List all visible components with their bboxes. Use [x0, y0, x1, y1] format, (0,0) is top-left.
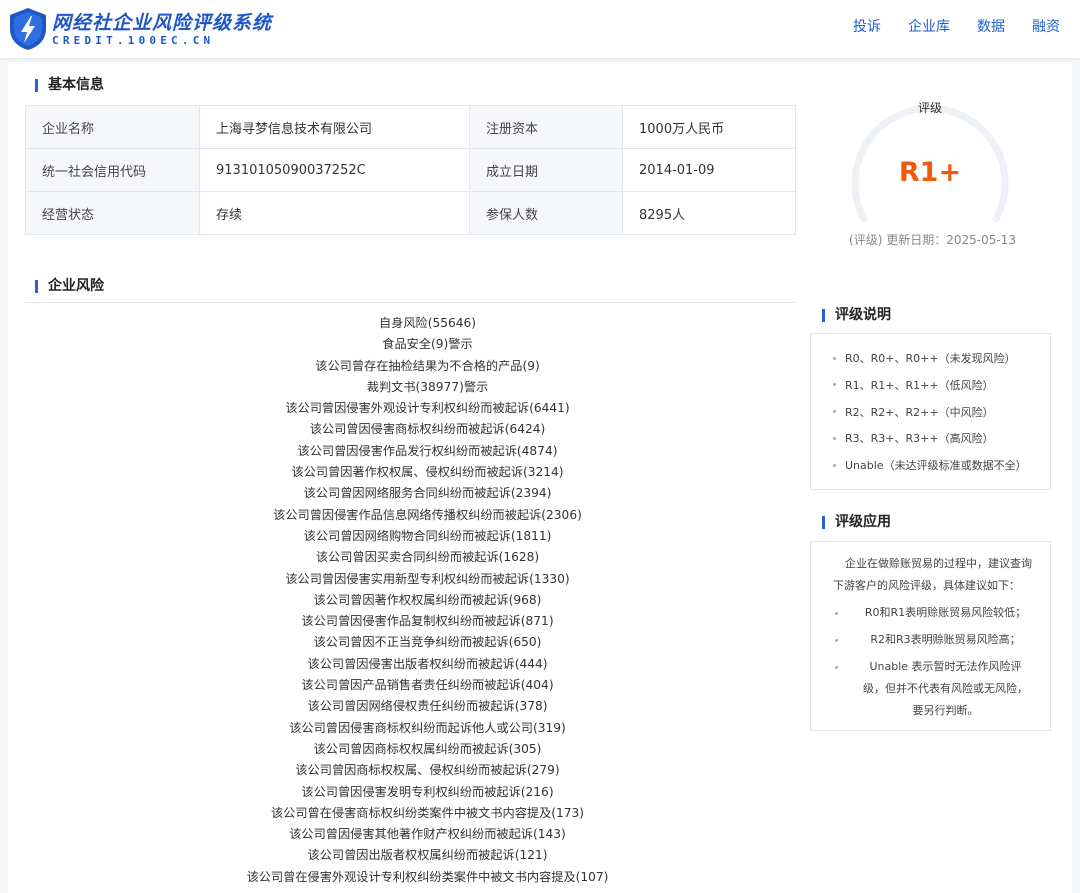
label-registered-capital: 注册资本 — [469, 105, 623, 149]
table-row: 统一社会信用代码 91310105090037252C 成立日期 2014-01… — [25, 148, 796, 192]
explanation-item-text: R0、R0+、R0++（未发现风险） — [845, 352, 1016, 365]
risk-title: 企业风险 — [35, 277, 104, 295]
rating-value: R1+ — [898, 157, 962, 188]
application-title-text: 评级应用 — [835, 514, 891, 530]
basic-info-title: 基本信息 — [35, 76, 104, 94]
application-intro: 企业在做赊账贸易的过程中，建议查询下游客户的风险评级，具体建议如下： — [833, 557, 1032, 592]
risk-item: 该公司曾因著作权权属、侵权纠纷而被起诉(3214) — [291, 465, 564, 480]
risk-item: 该公司曾因出版者权权属纠纷而被起诉(121) — [307, 848, 548, 863]
brand-subtitle: CREDIT.100EC.CN — [52, 34, 215, 47]
risk-item: 该公司曾因不正当竞争纠纷而被起诉(650) — [313, 635, 542, 650]
label-company-name: 企业名称 — [25, 105, 200, 149]
bullet-icon — [835, 612, 838, 615]
explanation-item: Unable（未达评级标准或数据不全） — [833, 453, 1050, 480]
application-item: R2和R3表明赊账贸易风险高； — [835, 629, 1032, 651]
table-row: 企业名称 上海寻梦信息技术有限公司 注册资本 1000万人民币 — [25, 105, 796, 149]
title-accent-bar — [35, 279, 38, 293]
risk-item: 该公司曾因买卖合同纠纷而被起诉(1628) — [315, 550, 540, 565]
basic-info-title-text: 基本信息 — [48, 77, 104, 93]
risk-item: 自身风险(55646) — [378, 316, 477, 330]
risk-item: 该公司曾因网络服务合同纠纷而被起诉(2394) — [303, 486, 552, 501]
nav-financing[interactable]: 融资 — [1032, 17, 1060, 37]
value-business-status: 存续 — [199, 191, 470, 235]
value-established-date: 2014-01-09 — [622, 148, 796, 192]
label-credit-code: 统一社会信用代码 — [25, 148, 200, 192]
brand[interactable]: 网经社企业风险评级系统 CREDIT.100EC.CN — [52, 12, 272, 47]
risk-list: 自身风险(55646) 食品安全(9)警示该公司曾存在抽检结果为不合格的产品(9)… — [25, 313, 830, 888]
label-business-status: 经营状态 — [25, 191, 200, 235]
nav-complaints[interactable]: 投诉 — [853, 17, 881, 37]
rating-label: 评级 — [917, 101, 942, 115]
bullet-icon — [833, 436, 836, 440]
risk-item: 该公司曾因侵害商标权纠纷而起诉他人或公司(319) — [289, 720, 566, 735]
explanation-item: R0、R0+、R0++（未发现风险） — [833, 346, 1050, 373]
value-registered-capital: 1000万人民币 — [622, 105, 796, 149]
risk-item: 该公司曾因商标权权属纠纷而被起诉(305) — [313, 741, 542, 756]
bullet-icon — [833, 356, 836, 360]
table-row: 经营状态 存续 参保人数 8295人 — [25, 191, 796, 235]
explanation-box: R0、R0+、R0++（未发现风险） R1、R1+、R1++（低风险） R2、R2+… — [810, 333, 1051, 490]
explanation-item-text: R3、R3+、R3++（高风险） — [845, 432, 994, 446]
risk-item: 该公司曾因侵害其他著作财产权纠纷而被起诉(143) — [289, 827, 566, 842]
explanation-item: R2、R2+、R2++（中风险） — [833, 400, 1050, 427]
top-nav: 投诉 企业库 数据 融资 — [853, 17, 1060, 37]
label-established-date: 成立日期 — [469, 148, 623, 192]
risk-item: 该公司曾在侵害商标权纠纷类案件中被文书内容提及(173) — [270, 805, 585, 820]
bullet-icon — [833, 410, 836, 414]
risk-item: 该公司曾因侵害外观设计专利权纠纷而被起诉(6441) — [285, 401, 570, 416]
application-item-text: R0和R1表明赊账贸易风险较低； — [864, 606, 1027, 619]
risk-item: 该公司曾因产品销售者责任纠纷而被起诉(404) — [301, 678, 554, 693]
explanation-item-text: Unable（未达评级标准或数据不全） — [845, 459, 1027, 473]
explanation-item: R1、R1+、R1++（低风险） — [833, 373, 1050, 400]
risk-item: 该公司曾在侵害外观设计专利权纠纷类案件中被文书内容提及(107) — [246, 869, 609, 884]
brand-title: 网经社企业风险评级系统 — [52, 12, 273, 34]
risk-item: 食品安全(9)警示 — [382, 337, 473, 352]
bullet-icon — [833, 383, 836, 387]
application-item: Unable 表示暂时无法作风险评级，但并不代表有风险或无风险，要另行判断。 — [835, 656, 1032, 722]
label-insured-count: 参保人数 — [469, 191, 623, 235]
nav-company-library[interactable]: 企业库 — [908, 17, 950, 37]
risk-item: 该公司曾因网络购物合同纠纷而被起诉(1811) — [303, 528, 552, 543]
title-accent-bar — [822, 515, 825, 529]
title-accent-bar — [35, 78, 38, 92]
risk-item: 该公司曾因商标权权属、侵权纠纷而被起诉(279) — [295, 763, 560, 778]
application-box: 企业在做赊账贸易的过程中，建议查询下游客户的风险评级，具体建议如下： R0和R1… — [810, 541, 1051, 731]
rating-update-date: (评级) 更新日期：2025-05-13 — [849, 233, 1016, 247]
top-header: 网经社企业风险评级系统 CREDIT.100EC.CN 投诉 企业库 数据 融资 — [0, 0, 1080, 58]
application-item-text: Unable 表示暂时无法作风险评级，但并不代表有风险或无风险，要另行判断。 — [863, 660, 1028, 717]
explanation-item-text: R1、R1+、R1++（低风险） — [845, 378, 994, 392]
bullet-icon — [835, 666, 838, 669]
basic-info-table: 企业名称 上海寻梦信息技术有限公司 注册资本 1000万人民币 统一社会信用代码… — [25, 105, 796, 235]
value-company-name: 上海寻梦信息技术有限公司 — [199, 105, 470, 149]
nav-data[interactable]: 数据 — [977, 17, 1005, 37]
risk-item: 该公司曾因侵害作品信息网络传播权纠纷而被起诉(2306) — [273, 507, 582, 522]
risk-item: 该公司曾因著作权权属纠纷而被起诉(968) — [313, 592, 542, 607]
bullet-icon — [835, 639, 838, 642]
risk-item: 该公司曾因网络侵权责任纠纷而被起诉(378) — [307, 699, 548, 714]
bullet-icon — [833, 463, 836, 467]
application-item-text: R2和R3表明赊账贸易风险高； — [870, 633, 1021, 646]
risk-item: 裁判文书(38977)警示 — [366, 379, 489, 394]
explanation-item-text: R2、R2+、R2++（中风险） — [845, 405, 994, 419]
risk-item: 该公司曾因侵害出版者权纠纷而被起诉(444) — [307, 656, 548, 671]
title-accent-bar — [822, 308, 825, 322]
shield-logo-icon — [10, 8, 46, 50]
risk-item: 该公司曾因侵害实用新型专利权纠纷而被起诉(1330) — [285, 571, 570, 586]
risk-item: 该公司曾因侵害作品复制权纠纷而被起诉(871) — [301, 614, 554, 629]
risk-title-text: 企业风险 — [48, 278, 104, 294]
application-item: R0和R1表明赊账贸易风险较低； — [835, 602, 1032, 624]
application-title: 评级应用 — [822, 513, 891, 531]
risk-item: 该公司曾存在抽检结果为不合格的产品(9) — [315, 358, 540, 373]
explanation-title: 评级说明 — [822, 306, 891, 324]
risk-item: 该公司曾因侵害作品发行权纠纷而被起诉(4874) — [297, 443, 558, 458]
value-credit-code: 91310105090037252C — [199, 148, 470, 192]
value-insured-count: 8295人 — [622, 191, 796, 235]
risk-item: 该公司曾因侵害发明专利权纠纷而被起诉(216) — [301, 784, 554, 799]
explanation-title-text: 评级说明 — [835, 307, 891, 323]
risk-divider — [25, 302, 795, 303]
explanation-item: R3、R3+、R3++（高风险） — [833, 426, 1050, 453]
risk-item: 该公司曾因侵害商标权纠纷而被起诉(6424) — [309, 422, 546, 437]
